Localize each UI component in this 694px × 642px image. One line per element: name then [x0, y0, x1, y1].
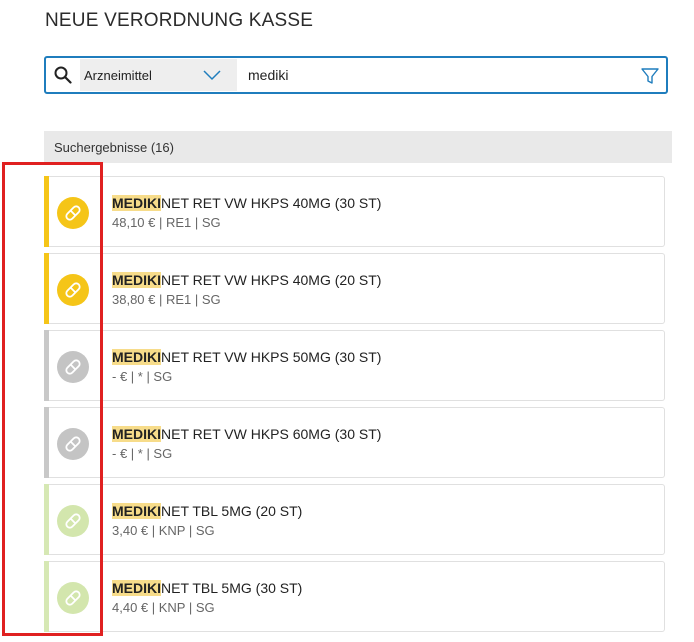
page: NEUE VERORDNUNG KASSE Arzneimittel Suche…: [0, 0, 694, 642]
page-title: NEUE VERORDNUNG KASSE: [45, 10, 314, 31]
search-bar: Arzneimittel: [44, 56, 668, 94]
status-bar: [44, 561, 49, 632]
pill-icon: [57, 274, 89, 306]
category-label: Arzneimittel: [84, 67, 152, 83]
product-name-rest: NET RET VW HKPS 50MG (30 ST): [161, 349, 382, 365]
search-highlight: MEDIKI: [112, 580, 161, 596]
search-highlight: MEDIKI: [112, 195, 161, 211]
product-meta: - € | * | SG: [112, 369, 173, 384]
results-header: Suchergebnisse (16): [44, 131, 672, 163]
search-highlight: MEDIKI: [112, 426, 161, 442]
product-name: MEDIKINET RET VW HKPS 40MG (20 ST): [112, 272, 381, 288]
search-highlight: MEDIKI: [112, 349, 161, 365]
product-name: MEDIKINET TBL 5MG (30 ST): [112, 580, 302, 596]
product-name: MEDIKINET TBL 5MG (20 ST): [112, 503, 302, 519]
product-meta: 3,40 € | KNP | SG: [112, 523, 215, 538]
status-bar: [44, 330, 49, 401]
result-item[interactable]: MEDIKINET TBL 5MG (30 ST) 4,40 € | KNP | …: [44, 561, 665, 632]
search-icon[interactable]: [54, 66, 72, 84]
search-highlight: MEDIKI: [112, 503, 161, 519]
product-meta: - € | * | SG: [112, 446, 173, 461]
result-item[interactable]: MEDIKINET TBL 5MG (20 ST) 3,40 € | KNP | …: [44, 484, 665, 555]
search-highlight: MEDIKI: [112, 272, 161, 288]
product-name: MEDIKINET RET VW HKPS 40MG (30 ST): [112, 195, 381, 211]
pill-icon: [57, 351, 89, 383]
status-bar: [44, 253, 49, 324]
pill-icon: [57, 582, 89, 614]
product-name-rest: NET TBL 5MG (20 ST): [161, 503, 303, 519]
product-name-rest: NET RET VW HKPS 40MG (30 ST): [161, 195, 382, 211]
status-bar: [44, 407, 49, 478]
status-bar: [44, 176, 49, 247]
product-name-rest: NET TBL 5MG (30 ST): [161, 580, 303, 596]
category-select[interactable]: Arzneimittel: [80, 59, 237, 91]
chevron-down-icon[interactable]: [202, 69, 222, 81]
product-meta: 4,40 € | KNP | SG: [112, 600, 215, 615]
result-item[interactable]: MEDIKINET RET VW HKPS 60MG (30 ST) - € | …: [44, 407, 665, 478]
product-name-rest: NET RET VW HKPS 60MG (30 ST): [161, 426, 382, 442]
product-name: MEDIKINET RET VW HKPS 50MG (30 ST): [112, 349, 381, 365]
result-item[interactable]: MEDIKINET RET VW HKPS 50MG (30 ST) - € | …: [44, 330, 665, 401]
product-name-rest: NET RET VW HKPS 40MG (20 ST): [161, 272, 382, 288]
product-name: MEDIKINET RET VW HKPS 60MG (30 ST): [112, 426, 381, 442]
result-item[interactable]: MEDIKINET RET VW HKPS 40MG (20 ST) 38,80 …: [44, 253, 665, 324]
product-meta: 38,80 € | RE1 | SG: [112, 292, 221, 307]
result-item[interactable]: MEDIKINET RET VW HKPS 40MG (30 ST) 48,10 …: [44, 176, 665, 247]
pill-icon: [57, 505, 89, 537]
pill-icon: [57, 428, 89, 460]
search-input[interactable]: [248, 63, 628, 87]
filter-icon[interactable]: [640, 66, 660, 86]
product-meta: 48,10 € | RE1 | SG: [112, 215, 221, 230]
status-bar: [44, 484, 49, 555]
results-list: MEDIKINET RET VW HKPS 40MG (30 ST) 48,10 …: [44, 176, 665, 638]
results-count: Suchergebnisse (16): [54, 139, 174, 155]
pill-icon: [57, 197, 89, 229]
